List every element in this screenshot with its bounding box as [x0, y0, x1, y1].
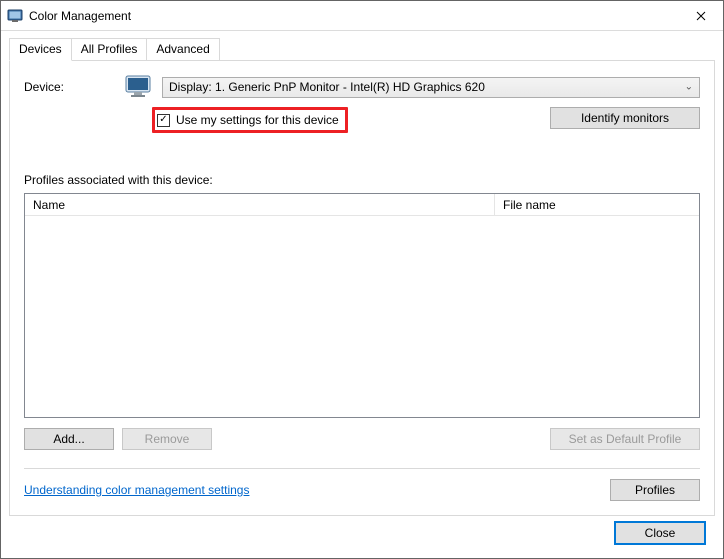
divider: [24, 468, 700, 469]
device-select-value: Display: 1. Generic PnP Monitor - Intel(…: [169, 80, 485, 94]
checkmark-icon: ✓: [159, 115, 167, 125]
add-button[interactable]: Add...: [24, 428, 114, 450]
remove-button-label: Remove: [145, 432, 190, 446]
tab-all-profiles[interactable]: All Profiles: [72, 38, 148, 61]
profiles-list[interactable]: Name File name: [24, 193, 700, 418]
add-button-label: Add...: [53, 432, 84, 446]
set-default-profile-label: Set as Default Profile: [569, 432, 682, 446]
window-close-button[interactable]: [678, 1, 723, 30]
remove-button: Remove: [122, 428, 212, 450]
profiles-button-label: Profiles: [635, 483, 675, 497]
identify-monitors-label: Identify monitors: [581, 111, 669, 125]
use-my-settings-highlight: ✓ Use my settings for this device: [152, 107, 348, 133]
device-label: Device:: [24, 80, 114, 94]
tab-devices[interactable]: Devices: [9, 38, 72, 61]
device-select[interactable]: Display: 1. Generic PnP Monitor - Intel(…: [162, 77, 700, 98]
profiles-caption: Profiles associated with this device:: [24, 173, 700, 187]
app-icon: [7, 8, 23, 24]
identify-monitors-button[interactable]: Identify monitors: [550, 107, 700, 129]
use-my-settings-checkbox[interactable]: ✓: [157, 114, 170, 127]
titlebar: Color Management: [1, 1, 723, 31]
profiles-list-header: Name File name: [25, 194, 699, 216]
tab-panel-devices: Device: Display: 1. Generic PnP Monitor …: [9, 60, 715, 516]
understanding-link-label: Understanding color management settings: [24, 483, 249, 497]
tab-advanced-label: Advanced: [156, 42, 209, 56]
tab-all-profiles-label: All Profiles: [81, 42, 138, 56]
column-header-file[interactable]: File name: [495, 194, 699, 215]
chevron-down-icon: ⌄: [685, 82, 693, 93]
profiles-button[interactable]: Profiles: [610, 479, 700, 501]
column-header-name[interactable]: Name: [25, 194, 495, 215]
close-button[interactable]: Close: [615, 522, 705, 544]
understanding-link[interactable]: Understanding color management settings: [24, 483, 249, 497]
set-default-profile-button: Set as Default Profile: [550, 428, 700, 450]
monitor-icon: [124, 75, 152, 99]
close-button-label: Close: [645, 526, 676, 540]
window-title: Color Management: [29, 9, 131, 23]
tab-devices-label: Devices: [19, 42, 62, 56]
tabs: Devices All Profiles Advanced: [9, 37, 715, 60]
tab-advanced[interactable]: Advanced: [147, 38, 219, 61]
use-my-settings-label: Use my settings for this device: [176, 113, 339, 127]
